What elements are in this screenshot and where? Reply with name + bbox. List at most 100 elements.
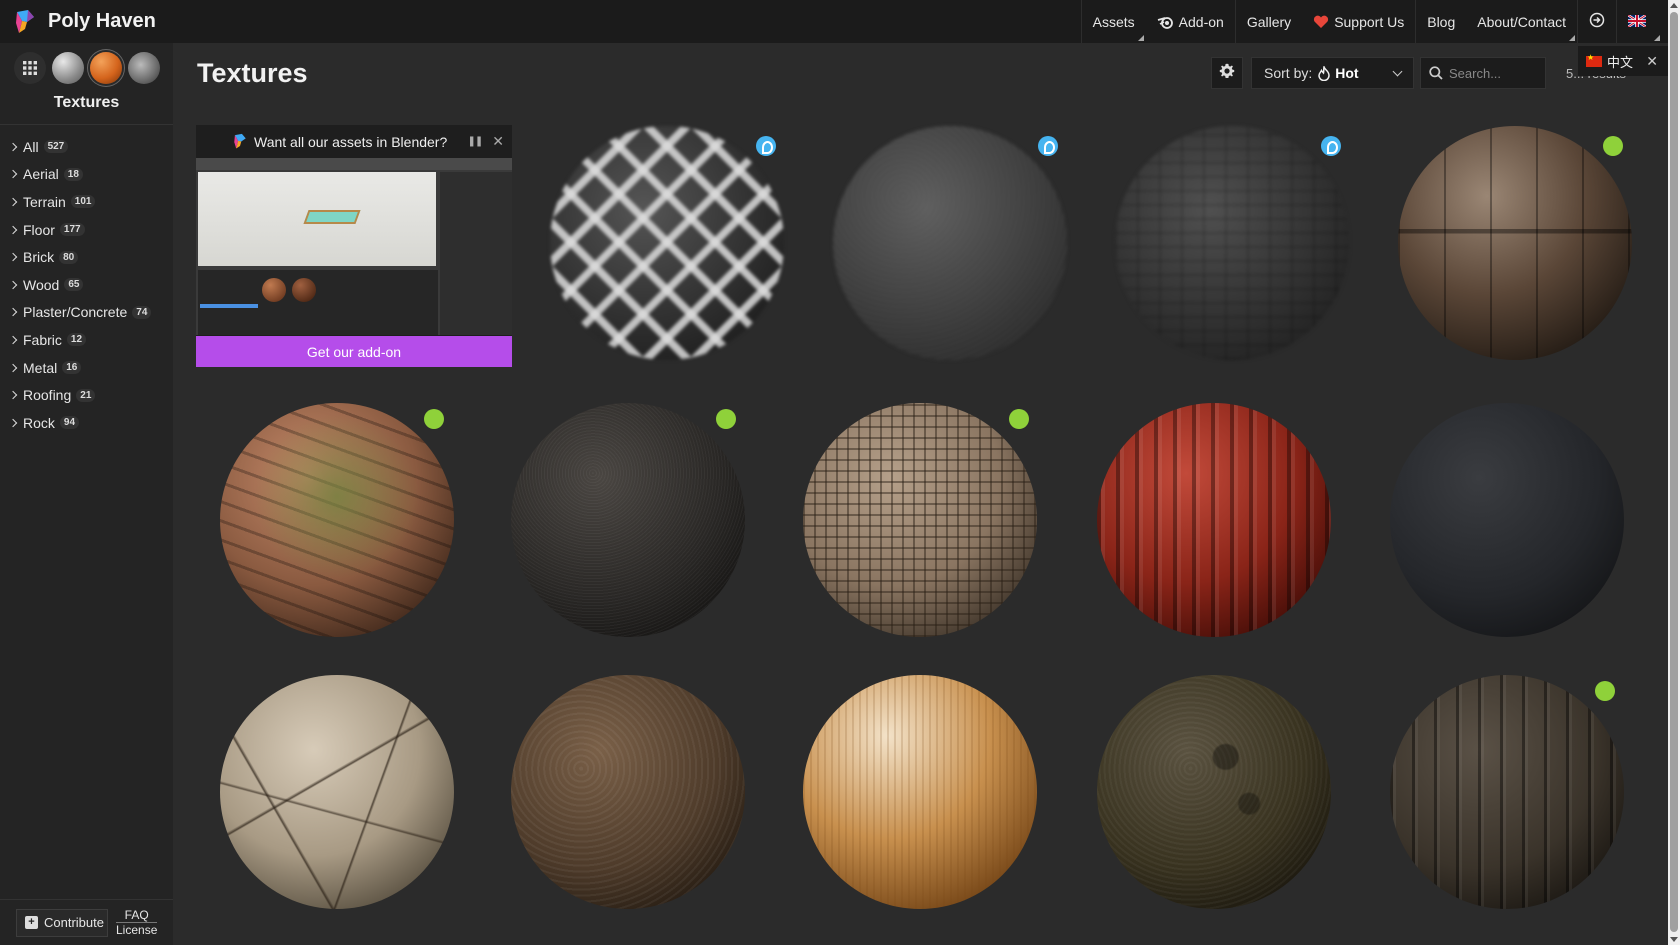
texture-card[interactable] [1390, 403, 1624, 637]
settings-button[interactable] [1211, 57, 1243, 89]
category-item-fabric[interactable]: Fabric 12 [0, 326, 173, 354]
texture-preview [1390, 675, 1624, 909]
main-nav: Assets Add-on Gallery Support Us Blog Ab… [1080, 0, 1668, 43]
china-flag-icon [1586, 53, 1602, 67]
login-button[interactable] [1577, 0, 1616, 43]
texture-preview [833, 126, 1067, 360]
language-button[interactable] [1616, 0, 1668, 43]
texture-card[interactable] [1390, 675, 1624, 909]
nav-about[interactable]: About/Contact [1466, 0, 1577, 43]
nav-gallery[interactable]: Gallery [1234, 0, 1302, 43]
nav-support[interactable]: Support Us [1302, 0, 1415, 43]
page-title: Textures [197, 58, 308, 88]
nav-blog[interactable]: Blog [1415, 0, 1466, 43]
texture-card[interactable] [1097, 675, 1331, 909]
language-suggestion-popup[interactable]: 中文 ✕ [1578, 46, 1668, 76]
new-badge-icon [1009, 409, 1029, 429]
texture-card[interactable] [1097, 403, 1331, 637]
texture-card[interactable] [1115, 126, 1349, 360]
logo[interactable]: Poly Haven [14, 9, 156, 35]
close-icon[interactable]: ✕ [1646, 53, 1658, 70]
addon-promo-card: Want all our assets in Blender? ❚❚ ✕ Get… [196, 125, 512, 367]
language-suggestion-label: 中文 [1607, 54, 1634, 70]
sidebar: Textures All 527 Aerial 18 Terrain 101 Floo… [0, 43, 173, 945]
sort-label: Sort by: [1264, 65, 1313, 81]
category-item-metal[interactable]: Metal 16 [0, 354, 173, 382]
category-item-rock[interactable]: Rock 94 [0, 409, 173, 437]
addon-badge-icon [1321, 136, 1341, 156]
get-addon-button[interactable]: Get our add-on [196, 336, 512, 367]
close-icon[interactable]: ✕ [492, 133, 504, 150]
blender-screenshot-image [196, 158, 512, 335]
texture-preview [803, 675, 1037, 909]
new-badge-icon [716, 409, 736, 429]
contribute-button[interactable]: + Contribute [16, 908, 108, 937]
category-count: 94 [59, 416, 80, 430]
texture-card[interactable] [220, 675, 454, 909]
nav-assets[interactable]: Assets [1080, 0, 1146, 43]
nav-addon[interactable]: Add-on [1146, 0, 1235, 43]
texture-preview [1097, 675, 1331, 909]
addon-badge-icon [1038, 136, 1058, 156]
texture-card[interactable] [833, 126, 1067, 360]
category-count: 177 [59, 223, 85, 237]
texture-preview [550, 126, 784, 360]
category-label: Metal [23, 359, 58, 376]
texture-preview [1390, 403, 1624, 637]
texture-card[interactable] [511, 675, 745, 909]
scroll-down-arrow-icon[interactable] [1670, 937, 1678, 942]
category-item-wood[interactable]: Wood 65 [0, 271, 173, 299]
nav-assets-label: Assets [1092, 13, 1135, 30]
chevron-down-icon [1392, 66, 1403, 76]
category-item-aerial[interactable]: Aerial 18 [0, 161, 173, 189]
heart-icon [1313, 15, 1329, 29]
chevron-right-icon [8, 335, 18, 345]
texture-card[interactable] [1398, 126, 1632, 360]
category-item-all[interactable]: All 527 [0, 133, 173, 161]
page-scrollbar[interactable] [1668, 0, 1680, 945]
texture-preview [220, 403, 454, 637]
new-badge-icon [424, 409, 444, 429]
category-label: Brick [23, 249, 55, 266]
models-icon[interactable] [128, 52, 160, 84]
scroll-up-arrow-icon[interactable] [1670, 3, 1678, 8]
gear-icon [1219, 63, 1235, 84]
category-label: Rock [23, 414, 55, 431]
nav-support-label: Support Us [1334, 13, 1405, 30]
texture-card[interactable] [220, 403, 454, 637]
chevron-right-icon [8, 280, 18, 290]
chevron-right-icon [8, 197, 18, 207]
texture-card[interactable] [803, 403, 1037, 637]
category-item-terrain[interactable]: Terrain 101 [0, 188, 173, 216]
category-item-roofing[interactable]: Roofing 21 [0, 381, 173, 409]
category-label: All [23, 138, 39, 155]
texture-preview [511, 675, 745, 909]
texture-preview [1398, 126, 1632, 360]
scrollbar-thumb[interactable] [1670, 12, 1678, 932]
login-icon [1589, 12, 1605, 31]
chevron-right-icon [8, 142, 18, 152]
textures-icon[interactable] [90, 52, 122, 84]
faq-link[interactable]: FAQ [116, 908, 157, 922]
category-item-brick[interactable]: Brick 80 [0, 243, 173, 271]
hdris-icon[interactable] [52, 52, 84, 84]
category-label: Floor [23, 221, 55, 238]
category-item-plaster-concrete[interactable]: Plaster/Concrete 74 [0, 299, 173, 327]
dropdown-corner-icon [1569, 35, 1575, 41]
texture-preview [1115, 126, 1349, 360]
category-count: 18 [63, 167, 83, 181]
search-field[interactable] [1420, 57, 1546, 89]
texture-card[interactable] [511, 403, 745, 637]
pause-icon[interactable]: ❚❚ [468, 136, 484, 147]
texture-card[interactable] [803, 675, 1037, 909]
sort-dropdown[interactable]: Sort by: Hot [1251, 57, 1414, 89]
chevron-right-icon [8, 418, 18, 427]
category-count: 527 [43, 140, 69, 154]
category-item-floor[interactable]: Floor 177 [0, 216, 173, 244]
promo-title: Want all our assets in Blender? [254, 133, 448, 150]
sort-value: Hot [1335, 65, 1359, 81]
all-assets-grid-icon[interactable] [14, 52, 46, 84]
texture-card[interactable] [550, 126, 784, 360]
license-link[interactable]: License [116, 922, 158, 937]
search-input[interactable] [1449, 65, 1544, 81]
